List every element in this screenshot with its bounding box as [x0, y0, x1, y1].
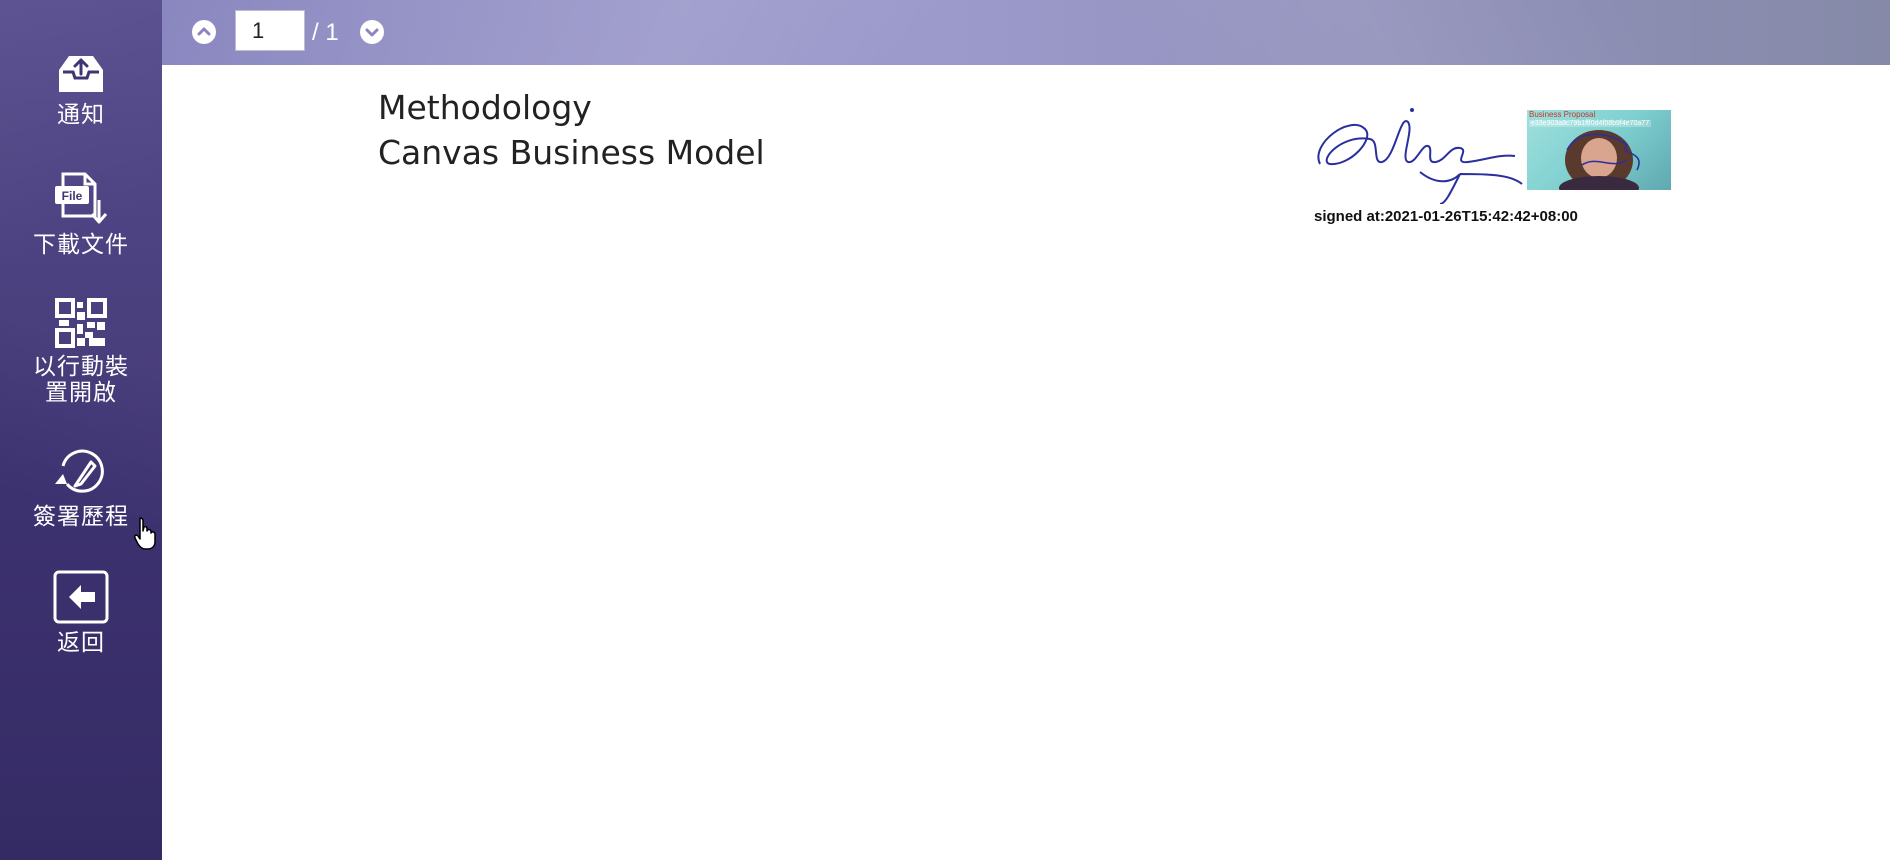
svg-text:File: File [62, 189, 83, 203]
page-toolbar: / 1 [162, 0, 1890, 65]
sidebar-item-label: 通知 [57, 102, 105, 128]
sidebar-item-label: 返回 [57, 630, 105, 656]
sidebar-item-label: 下載文件 [33, 232, 129, 258]
page-total: / 1 [312, 19, 339, 46]
inbox-upload-icon [59, 56, 103, 92]
sidebar-item-label: 以行動裝 置開啟 [33, 354, 129, 406]
sidebar: 通知 File 下載文件 以行動裝 置開啟 簽署歷程 返回 [0, 0, 162, 860]
chevron-up-icon [197, 27, 211, 36]
face-photo [1559, 130, 1640, 190]
chevron-down-icon [365, 28, 379, 37]
next-page-button[interactable] [360, 20, 384, 44]
sidebar-item-open-mobile[interactable]: 以行動裝 置開啟 [0, 298, 162, 406]
sidebar-item-download[interactable]: File 下載文件 [0, 170, 162, 258]
sidebar-item-back[interactable]: 返回 [0, 570, 162, 656]
document-text-canvas-business-model: Canvas Business Model [378, 133, 765, 172]
handwritten-signature [1317, 108, 1523, 204]
signature-photo-thumbnail: Business Proposal e33e303a8c79b1fff0d4f0… [1527, 110, 1671, 190]
qr-code-icon [55, 298, 107, 348]
hand-cursor-icon [134, 517, 156, 550]
prev-page-button[interactable] [192, 20, 216, 44]
sidebar-item-notifications[interactable]: 通知 [0, 52, 162, 128]
file-download-icon: File [55, 172, 108, 224]
signed-at-timestamp: signed at:2021-01-26T15:42:42+08:00 [1314, 208, 1578, 225]
document-text-methodology: Methodology [378, 88, 592, 127]
page-number-input[interactable] [235, 10, 305, 51]
back-arrow-icon [53, 570, 109, 624]
sign-history-icon [55, 449, 104, 493]
